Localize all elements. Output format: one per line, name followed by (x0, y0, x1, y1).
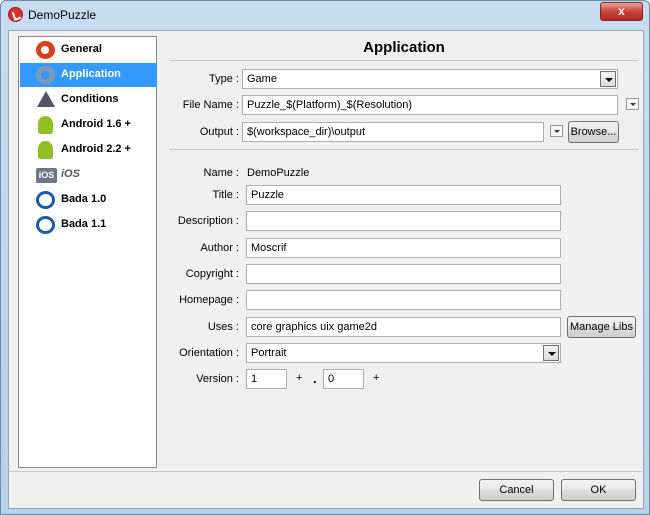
sidebar-item-label: iOS (61, 168, 80, 180)
close-button[interactable]: x (600, 2, 643, 21)
title-value: Puzzle (251, 189, 285, 201)
sidebar-item-ios[interactable]: iOS iOS (20, 163, 157, 187)
section-divider (169, 149, 639, 150)
file-name-macro-dropdown-icon[interactable] (626, 98, 639, 110)
sidebar-item-conditions[interactable]: Conditions (20, 88, 157, 112)
android-icon (38, 141, 53, 159)
type-value: Game (247, 73, 277, 85)
orientation-value: Portrait (251, 347, 287, 359)
sidebar-item-label: Conditions (61, 93, 119, 105)
orientation-select[interactable]: Portrait (246, 343, 561, 363)
title-divider (169, 60, 639, 61)
version-minor-increment-button[interactable]: + (373, 372, 379, 384)
sidebar-item-bada-11[interactable]: Bada 1.1 (20, 213, 157, 237)
version-separator: . (313, 371, 317, 386)
file-name-input[interactable]: Puzzle_$(Platform)_$(Resolution) (242, 95, 618, 115)
description-input[interactable] (246, 211, 561, 231)
uses-input[interactable]: core graphics uix game2d (246, 317, 561, 337)
page-title: Application (363, 39, 445, 56)
bada-icon (36, 216, 55, 234)
uses-value: core graphics uix game2d (251, 321, 377, 333)
bada-icon (36, 191, 55, 209)
chevron-down-icon[interactable] (543, 345, 559, 361)
app-logo-icon (8, 7, 23, 22)
cancel-button[interactable]: Cancel (479, 479, 554, 501)
file-name-value: Puzzle_$(Platform)_$(Resolution) (247, 99, 413, 111)
version-minor-value: 0 (328, 373, 335, 385)
ios-icon: iOS (36, 168, 57, 183)
sidebar-item-android-16[interactable]: Android 1.6 + (20, 113, 157, 137)
author-input[interactable]: Moscrif (246, 238, 561, 258)
sidebar: General Application Conditions Android 1… (18, 36, 157, 468)
author-value: Moscrif (251, 242, 287, 254)
version-label: Version : (196, 373, 239, 385)
ok-button[interactable]: OK (561, 479, 636, 501)
orientation-label: Orientation : (179, 347, 239, 359)
chevron-down-icon[interactable] (600, 71, 616, 87)
version-major-value: 1 (251, 373, 258, 385)
output-value: $(workspace_dir)\output (247, 126, 366, 138)
name-label: Name : (203, 167, 239, 179)
version-major-input[interactable]: 1 (246, 369, 287, 389)
sidebar-item-label: Bada 1.1 (61, 218, 107, 230)
title-bar[interactable]: DemoPuzzle x (1, 1, 649, 29)
author-label: Author : (200, 242, 239, 254)
sidebar-item-android-22[interactable]: Android 2.2 + (20, 138, 157, 162)
title-input[interactable]: Puzzle (246, 185, 561, 205)
uses-label: Uses : (207, 321, 239, 333)
version-minor-input[interactable]: 0 (323, 369, 364, 389)
manage-libs-button[interactable]: Manage Libs (567, 316, 636, 338)
dialog-body: General Application Conditions Android 1… (8, 30, 644, 509)
sidebar-item-label: Android 1.6 + (61, 118, 131, 130)
type-select[interactable]: Game (242, 69, 618, 89)
sidebar-item-label: General (61, 43, 102, 55)
version-major-increment-button[interactable]: + (296, 372, 302, 384)
copyright-label: Copyright : (185, 268, 239, 280)
type-label: Type : (209, 73, 239, 85)
output-input[interactable]: $(workspace_dir)\output (242, 122, 544, 142)
title-label: Title : (212, 189, 240, 201)
dialog-window: DemoPuzzle x General Application Conditi… (0, 0, 650, 515)
sidebar-item-label: Bada 1.0 (61, 193, 107, 205)
sidebar-item-label: Android 2.2 + (61, 143, 131, 155)
application-gear-icon (36, 66, 55, 84)
browse-button[interactable]: Browse... (568, 121, 619, 143)
name-value: DemoPuzzle (247, 167, 310, 179)
output-macro-dropdown-icon[interactable] (550, 125, 563, 137)
homepage-input[interactable] (246, 290, 561, 310)
homepage-label: Homepage : (179, 294, 239, 306)
window-title: DemoPuzzle (28, 8, 97, 22)
description-label: Description : (177, 215, 239, 227)
sidebar-item-general[interactable]: General (20, 38, 157, 62)
sidebar-item-application[interactable]: Application (20, 63, 157, 87)
gear-icon (34, 41, 57, 59)
android-icon (38, 116, 53, 134)
footer-divider (9, 471, 643, 472)
copyright-input[interactable] (246, 264, 561, 284)
output-label: Output : (199, 126, 239, 138)
file-name-label: File Name : (182, 99, 239, 111)
sidebar-item-label: Application (61, 68, 121, 80)
warning-icon (37, 91, 55, 107)
sidebar-item-bada-10[interactable]: Bada 1.0 (20, 188, 157, 212)
